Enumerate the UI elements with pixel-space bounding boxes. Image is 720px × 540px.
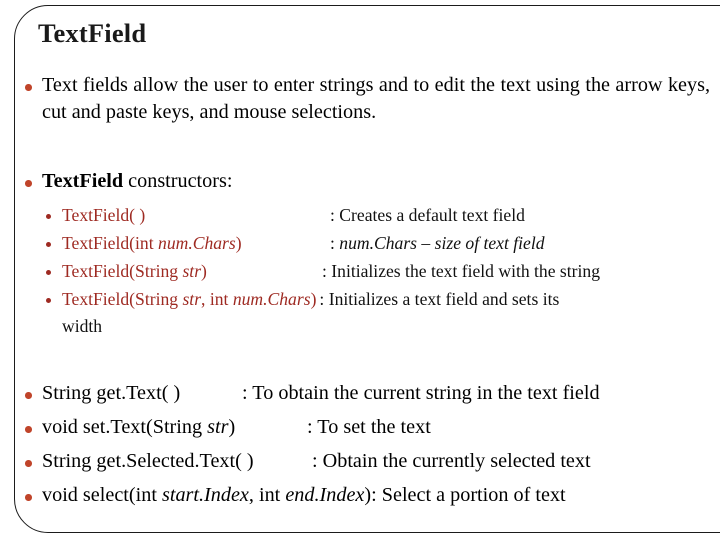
bullet-dot-icon (25, 426, 32, 433)
constructor-row-1: TextField( ) : Creates a default text fie… (40, 204, 712, 227)
constructor-description-1: : Creates a default text field (330, 205, 525, 225)
intro-bullet: Text fields allow the user to enter stri… (18, 72, 710, 126)
method-signature-1: String get.Text( ) (42, 382, 181, 404)
method-description-3: : Obtain the currently selected text (312, 450, 591, 472)
constructor-signature-2: TextField(int num.Chars) (62, 233, 242, 253)
bullet-dot-icon (25, 460, 32, 467)
method-description-2: : To set the text (307, 416, 431, 438)
bullet-dot-icon (25, 180, 32, 187)
constructor-description-2: : num.Chars – size of text field (330, 233, 545, 253)
constructors-heading-bold: TextField (42, 170, 124, 192)
bullet-dot-icon (46, 269, 51, 275)
constructor-row-4: TextField(String str, int num.Chars): In… (40, 288, 712, 311)
bullet-dot-icon (46, 241, 51, 247)
constructor-row-2: TextField(int num.Chars) : num.Chars – si… (40, 232, 712, 255)
slide: TextField Text fields allow the user to … (0, 0, 720, 540)
bullet-dot-icon (25, 392, 32, 399)
constructor-description-4: : Initializes a text field and sets its (319, 289, 560, 309)
constructor-row-3: TextField(String str) : Initializes the t… (40, 260, 712, 283)
constructor-description-3: : Initializes the text field with the st… (322, 261, 601, 281)
method-signature-2: void set.Text(String str) (42, 416, 236, 438)
bullet-dot-icon (25, 84, 32, 91)
bullet-dot-icon (25, 494, 32, 501)
method-signature-3: String get.Selected.Text( ) (42, 450, 254, 472)
constructors-heading-rest: constructors: (123, 170, 233, 192)
method-description-4: : Select a portion of text (371, 484, 566, 506)
constructor-signature-1: TextField( ) (62, 205, 146, 225)
method-signature-4: void select(int start.Index, int end.Ind… (42, 484, 372, 506)
constructor-description-4-wrap: width (62, 316, 103, 336)
intro-text: Text fields allow the user to enter stri… (42, 74, 710, 123)
page-title: TextField (38, 18, 147, 48)
method-row-2: void set.Text(String str) : To set the te… (18, 414, 710, 441)
method-row-3: String get.Selected.Text( ) : Obtain the … (18, 448, 710, 475)
bullet-dot-icon (46, 297, 51, 303)
method-description-1: : To obtain the current string in the te… (242, 382, 600, 404)
method-row-4: void select(int start.Index, int end.Ind… (18, 482, 710, 509)
constructor-signature-4: TextField(String str, int num.Chars) (62, 289, 317, 309)
slide-content: TextField Text fields allow the user to … (0, 0, 720, 540)
method-row-1: String get.Text( ) : To obtain the curren… (18, 380, 710, 407)
constructors-heading-bullet: TextField constructors: (18, 168, 710, 195)
constructor-signature-3: TextField(String str) (62, 261, 207, 281)
bullet-dot-icon (46, 213, 51, 219)
